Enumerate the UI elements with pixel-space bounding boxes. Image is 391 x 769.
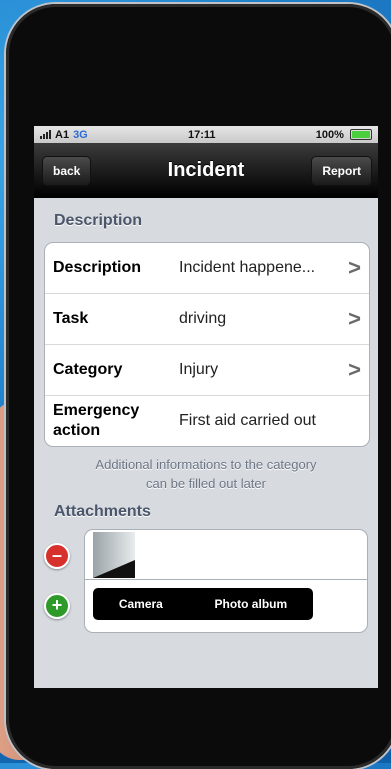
row-label: Task xyxy=(53,310,89,327)
row-description[interactable]: Description Incident happene... > xyxy=(45,243,369,294)
navigation-bar: back Incident Report xyxy=(34,143,378,198)
network-type: 3G xyxy=(73,128,88,141)
row-task[interactable]: Task driving > xyxy=(45,294,369,345)
row-category[interactable]: Category Injury > xyxy=(45,345,369,396)
description-section-header: Description xyxy=(54,212,143,229)
battery-percent: 100% xyxy=(315,128,344,141)
carrier: A1 xyxy=(55,128,70,141)
attachment-thumbnail xyxy=(93,532,135,578)
screen: A1 3G 17:11 100% back Incident Report De… xyxy=(34,126,378,688)
footnote-line-1: Additional informations to the category xyxy=(95,457,317,472)
status-bar: A1 3G 17:11 100% xyxy=(34,126,378,143)
row-value: driving xyxy=(179,310,227,327)
chevron-right-icon: > xyxy=(348,306,361,331)
clock: 17:11 xyxy=(188,128,216,141)
category-footnote: Additional informations to the category … xyxy=(34,447,378,493)
signal-icon xyxy=(40,130,51,139)
row-label: Description xyxy=(53,259,142,276)
description-table: Description Incident happene... > Task d… xyxy=(44,242,370,447)
row-value: Incident happene... xyxy=(179,259,316,276)
back-button[interactable]: back xyxy=(42,156,92,186)
page-title: Incident xyxy=(167,158,245,181)
row-label: Emergency action xyxy=(53,402,140,439)
row-emergency-action[interactable]: Emergency action First aid carried out xyxy=(45,396,369,446)
report-button[interactable]: Report xyxy=(311,156,372,186)
camera-button[interactable]: Camera xyxy=(119,597,163,611)
attachment-item[interactable] xyxy=(84,529,368,581)
attachments-section-header: Attachments xyxy=(54,503,151,520)
chevron-right-icon: > xyxy=(348,255,361,280)
row-value: Injury xyxy=(179,361,219,378)
battery-icon xyxy=(349,129,372,141)
source-segmented-control: Camera Photo album xyxy=(93,588,313,620)
row-label: Category xyxy=(53,361,123,378)
row-value: First aid carried out xyxy=(179,412,316,429)
add-attachment-row: Camera Photo album xyxy=(84,579,368,633)
delete-attachment-icon[interactable]: – xyxy=(44,543,70,569)
chevron-right-icon: > xyxy=(348,357,361,382)
add-attachment-icon[interactable]: + xyxy=(44,593,70,619)
footnote-line-2: can be filled out later xyxy=(146,476,266,491)
photo-album-button[interactable]: Photo album xyxy=(214,597,287,611)
